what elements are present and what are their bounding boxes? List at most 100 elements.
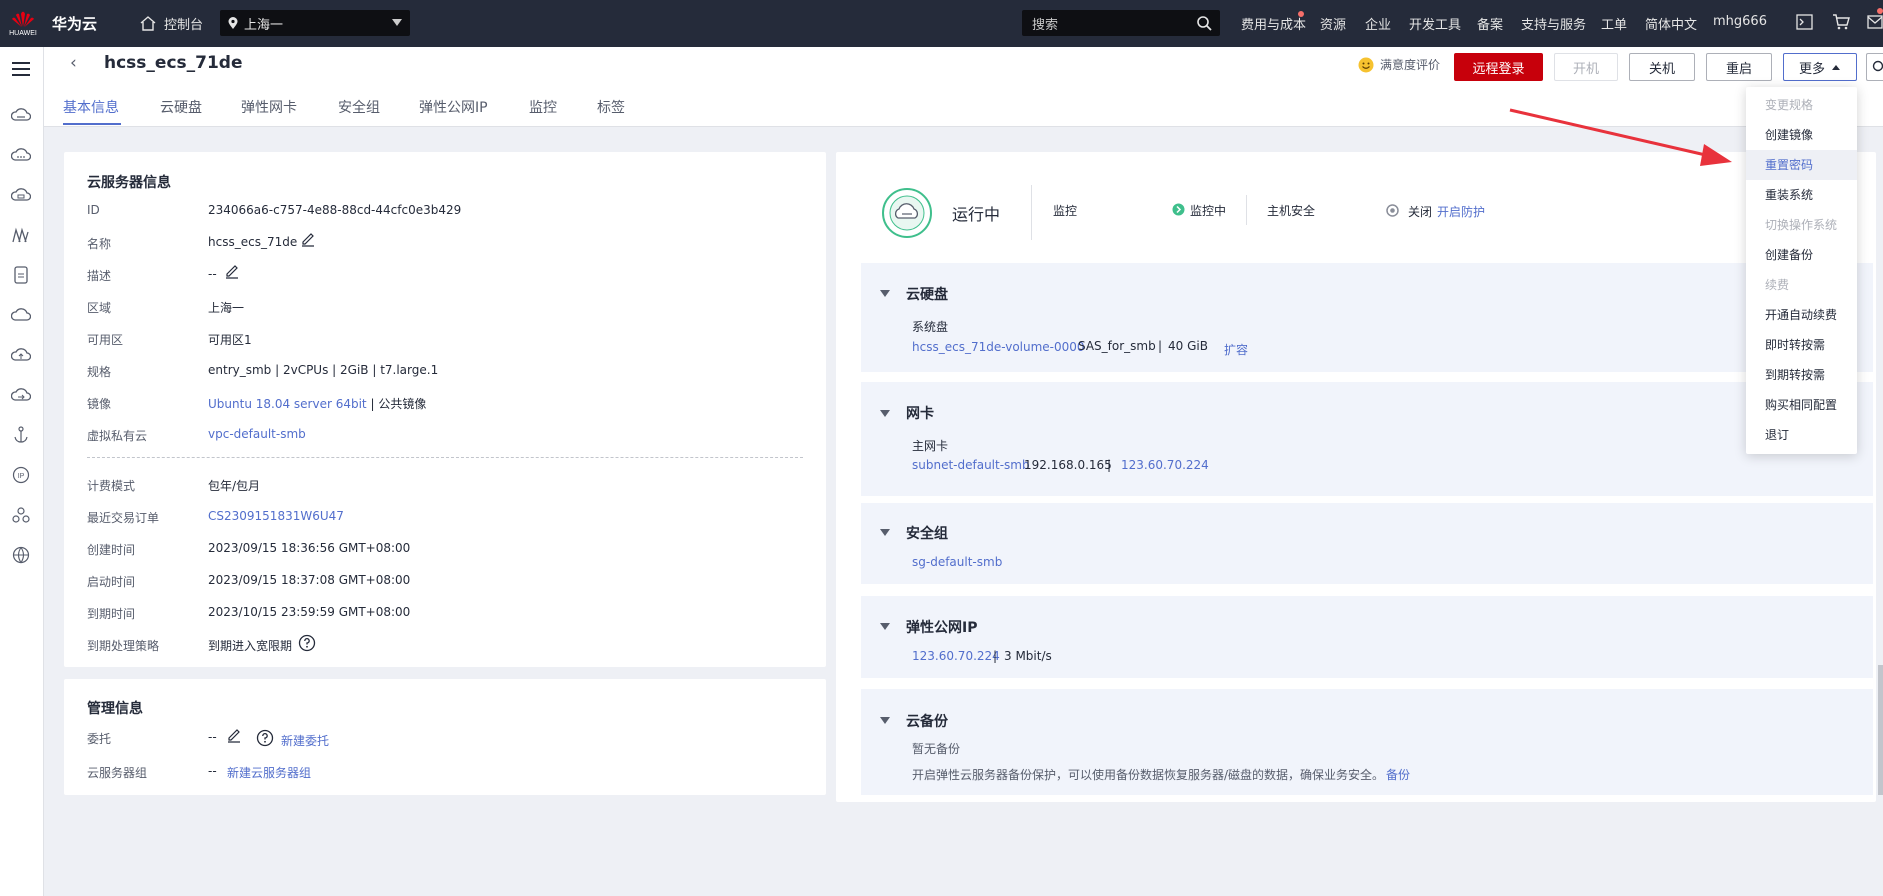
back-icon[interactable]: ‹ [70,53,77,73]
collapse-icon[interactable] [880,290,890,297]
terminal-icon[interactable] [1796,14,1813,30]
region-select[interactable]: 上海一 [220,10,410,36]
nav-tickets[interactable]: 工单 [1601,14,1627,33]
menu-item-reinstall-os[interactable]: 重装系统 [1746,180,1857,210]
primary-nic-label: 主网卡 [912,439,949,453]
more-dropdown-menu: 变更规格 创建镜像 重置密码 重装系统 切换操作系统 创建备份 续费 开通自动续… [1746,87,1857,454]
menu-item-renew[interactable]: 续费 [1746,270,1857,300]
menu-icon[interactable] [9,57,33,81]
vpc-link[interactable]: vpc-default-smb [208,427,306,441]
mail-icon[interactable] [1867,15,1883,29]
ecs-service-icon[interactable] [9,103,33,127]
eip-link[interactable]: 123.60.70.224 [912,649,1000,663]
image-link[interactable]: Ubuntu 18.04 server 64bit [208,397,367,411]
nav-devtools[interactable]: 开发工具 [1409,14,1461,33]
cloud-service-icon[interactable] [9,143,33,167]
backup-link[interactable]: 备份 [1386,766,1410,783]
menu-item-change-spec[interactable]: 变更规格 [1746,90,1857,120]
expand-link[interactable]: 扩容 [1224,341,1248,358]
tab-evs[interactable]: 云硬盘 [160,97,202,117]
stop-button[interactable]: 关机 [1629,53,1695,81]
server-group-label: 云服务器组 [87,766,148,780]
search-icon[interactable] [1196,15,1212,31]
nav-filing[interactable]: 备案 [1477,14,1503,33]
satisfaction-label: 满意度评价 [1380,58,1441,72]
globe-icon[interactable] [9,543,33,567]
private-ip: 192.168.0.165 [1024,458,1112,472]
cloud-sync-icon[interactable] [9,383,33,407]
nav-language[interactable]: 简体中文 [1645,14,1697,33]
search-input[interactable]: 搜索 [1022,10,1220,36]
restart-button[interactable]: 重启 [1706,53,1772,81]
tab-security-group[interactable]: 安全组 [338,97,380,117]
collapse-icon[interactable] [880,717,890,724]
edit-icon[interactable] [300,231,316,247]
image-row: Ubuntu 18.04 server 64bit | 公共镜像 [208,395,426,412]
menu-item-create-backup[interactable]: 创建备份 [1746,240,1857,270]
remote-login-button[interactable]: 远程登录 [1454,53,1543,81]
new-delegate-link[interactable]: 新建委托 [281,732,329,749]
monitoring-status-icon [1172,203,1185,216]
description-label: 描述 [87,269,112,283]
search-button[interactable] [1866,53,1883,81]
nav-resources[interactable]: 资源 [1320,14,1346,33]
cdn-icon[interactable] [9,223,33,247]
console-link[interactable]: 控制台 [140,14,203,33]
help-icon[interactable] [256,729,274,747]
tab-basic-info[interactable]: 基本信息 [63,97,119,117]
host-security-value: 关闭 [1408,205,1433,219]
disk-name-link[interactable]: hcss_ecs_71de-volume-0000 [912,340,1085,354]
anchor-icon[interactable] [9,423,33,447]
order-label: 最近交易订单 [87,511,160,525]
tab-tags[interactable]: 标签 [597,97,625,117]
monitor-label: 监控 [1053,204,1078,218]
ip-icon[interactable]: IP [9,463,33,487]
collapse-icon[interactable] [880,410,890,417]
menu-item-to-pay-per-use-on-expiry[interactable]: 到期转按需 [1746,360,1857,390]
huawei-logo[interactable]: HUAWEI [0,0,46,47]
search-placeholder: 搜索 [1032,17,1059,33]
start-button[interactable]: 开机 [1554,53,1618,81]
cart-icon[interactable] [1832,14,1850,30]
host-security-label: 主机安全 [1267,204,1316,218]
cloud-icon[interactable] [9,303,33,327]
cloud-host-icon[interactable] [9,183,33,207]
satisfaction-rating[interactable]: 满意度评价 [1358,56,1440,73]
order-link[interactable]: CS2309151831W6U47 [208,509,344,523]
storage-icon[interactable] [9,263,33,287]
menu-item-auto-renew[interactable]: 开通自动续费 [1746,300,1857,330]
menu-item-buy-same[interactable]: 购买相同配置 [1746,390,1857,420]
tab-eip[interactable]: 弹性公网IP [419,97,488,117]
menu-item-unsubscribe[interactable]: 退订 [1746,420,1857,450]
edit-icon[interactable] [224,263,240,279]
more-button[interactable]: 更多 [1783,53,1857,81]
nav-enterprise[interactable]: 企业 [1365,14,1391,33]
cloud-upload-icon[interactable] [9,343,33,367]
nav-support[interactable]: 支持与服务 [1521,14,1586,33]
tab-nic[interactable]: 弹性网卡 [241,97,297,117]
svg-text:IP: IP [18,473,25,480]
tab-monitor[interactable]: 监控 [529,97,557,117]
billing-mode-label: 计费模式 [87,479,136,493]
brand-name[interactable]: 华为云 [52,13,97,34]
network-icon[interactable] [9,503,33,527]
security-group-link[interactable]: sg-default-smb [912,555,1002,569]
collapse-icon[interactable] [880,529,890,536]
edit-icon[interactable] [226,727,242,743]
security-group-panel [861,503,1873,584]
collapse-icon[interactable] [880,623,890,630]
user-name[interactable]: mhg666 [1713,14,1767,29]
scrollbar[interactable] [1878,665,1883,795]
public-ip-link[interactable]: 123.60.70.224 [1121,458,1209,472]
id-label: ID [87,203,100,217]
menu-item-switch-os[interactable]: 切换操作系统 [1746,210,1857,240]
menu-item-create-image[interactable]: 创建镜像 [1746,120,1857,150]
separator: | [993,649,998,663]
new-server-group-link[interactable]: 新建云服务器组 [227,764,311,781]
help-icon[interactable] [298,634,316,652]
menu-item-reset-password[interactable]: 重置密码 [1746,150,1857,180]
subnet-link[interactable]: subnet-default-smb [912,458,1030,472]
nav-cost[interactable]: 费用与成本 [1241,14,1306,33]
menu-item-to-pay-per-use-now[interactable]: 即时转按需 [1746,330,1857,360]
enable-protection-link[interactable]: 开启防护 [1437,203,1485,220]
